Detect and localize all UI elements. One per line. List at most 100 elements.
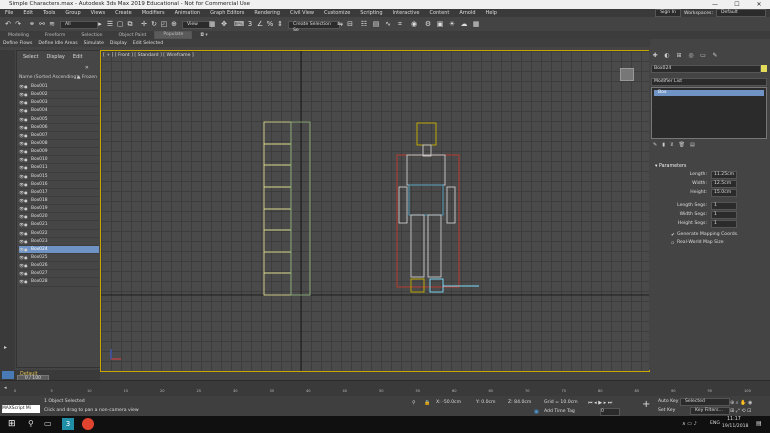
menu-item-scripting[interactable]: Scripting	[355, 10, 387, 16]
menu-item-customize[interactable]: Customize	[319, 10, 355, 16]
explorer-row[interactable]: 👁● Box015	[19, 173, 99, 181]
sign-in-button[interactable]: Sign In	[655, 9, 681, 17]
visibility-icon[interactable]: 👁●	[19, 125, 31, 130]
chrome-taskbar-icon[interactable]	[82, 418, 94, 430]
col-name[interactable]: Name (Sorted Ascending)	[19, 75, 78, 80]
explorer-row[interactable]: 👁● Box004	[19, 107, 99, 116]
named-selection-dropdown[interactable]: Create Selection Se	[288, 21, 340, 33]
time-tag-icon[interactable]: ▣	[534, 409, 539, 415]
menu-item-create[interactable]: Create	[110, 10, 137, 16]
scale-icon[interactable]: ◰	[160, 20, 168, 28]
visibility-icon[interactable]: 👁●	[19, 84, 31, 89]
add-key-icon[interactable]: +	[642, 399, 650, 410]
auto-key-button[interactable]: Auto Key	[658, 399, 678, 404]
explorer-tab-select[interactable]: Select	[23, 54, 38, 60]
visibility-icon[interactable]: 👁●	[19, 206, 31, 211]
subtab-display[interactable]: Display	[107, 41, 130, 46]
explorer-tab-display[interactable]: Display	[46, 54, 64, 60]
visibility-icon[interactable]: 👁●	[19, 133, 31, 138]
snap-toggle-icon[interactable]: 3	[246, 20, 254, 28]
gen-mapping-checkbox[interactable]: ✔ Generate Mapping Coords.	[651, 232, 765, 240]
subtab-edit-selected[interactable]: Edit Selected	[130, 41, 166, 46]
ribbon-options-icon[interactable]: ◘ ▾	[192, 33, 215, 38]
timeline-prev-icon[interactable]: ◂	[4, 385, 7, 391]
language-indicator[interactable]: ENG	[710, 421, 720, 426]
explorer-row[interactable]: 👁● Box021	[19, 221, 99, 230]
render-ai-icon[interactable]: ▦	[472, 20, 480, 28]
visibility-icon[interactable]: 👁●	[19, 255, 31, 260]
menu-item-interactive[interactable]: Interactive	[388, 10, 425, 16]
explorer-row[interactable]: 👁● Box003	[19, 99, 99, 108]
undo-icon[interactable]: ↶	[4, 20, 12, 28]
subtab-define-flows[interactable]: Define Flows	[0, 41, 35, 46]
visibility-icon[interactable]: 👁●	[19, 222, 31, 227]
maxscript-listener[interactable]: MAXScript Mi	[2, 405, 40, 413]
explorer-row[interactable]: 👁● Box024	[19, 245, 99, 254]
col-frozen[interactable]: ▲ Frozen	[77, 75, 97, 80]
height-spinner[interactable]: 15.0cm	[711, 189, 737, 197]
show-end-result-icon[interactable]: ▮	[662, 142, 665, 148]
place-icon[interactable]: ⊕	[170, 20, 178, 28]
length-spinner[interactable]: 11.25cm	[711, 171, 737, 179]
subtab-define-idle-areas[interactable]: Define Idle Areas	[35, 41, 80, 46]
task-view-icon[interactable]: ▭	[44, 419, 52, 428]
explorer-row[interactable]: 👁● Box007	[19, 132, 99, 140]
rollout-title[interactable]: Parameters	[659, 164, 686, 169]
minimize-button[interactable]: —	[704, 0, 726, 9]
move-icon[interactable]: ✛	[140, 20, 148, 28]
visibility-icon[interactable]: 👁●	[19, 165, 31, 170]
rotate-icon[interactable]: ↻	[150, 20, 158, 28]
tab-selection[interactable]: Selection	[73, 33, 110, 38]
layer-explorer-icon[interactable]: ☷	[360, 20, 368, 28]
visibility-icon[interactable]: 👁●	[19, 117, 31, 122]
explorer-row[interactable]: 👁● Box005	[19, 116, 99, 124]
explorer-row[interactable]: 👁● Box017	[19, 189, 99, 197]
menu-item-graph-editors[interactable]: Graph Editors	[205, 10, 249, 16]
explorer-row[interactable]: 👁● Box008	[19, 140, 99, 149]
menu-item-modifiers[interactable]: Modifiers	[137, 10, 170, 16]
real-world-checkbox[interactable]: ▫ Real-World Map Size	[651, 240, 765, 248]
explorer-row[interactable]: 👁● Box027	[19, 270, 99, 279]
nav-zoom-icon[interactable]: ⊕ ⌕ ✋ ◉	[730, 400, 752, 406]
populate-tab[interactable]: Populate	[154, 31, 193, 39]
explorer-row[interactable]: 👁● Box022	[19, 230, 99, 238]
modifier-list-dropdown[interactable]: Modifier List	[651, 78, 767, 86]
clock-date[interactable]: 19/11/2018	[722, 424, 748, 429]
explorer-row[interactable]: 👁● Box025	[19, 254, 99, 263]
tray-icons[interactable]: ∧ ▭ ♪	[682, 421, 697, 427]
height-segs-spinner[interactable]: 1	[711, 220, 737, 228]
visibility-icon[interactable]: 👁●	[19, 190, 31, 195]
visibility-icon[interactable]: 👁●	[19, 263, 31, 268]
menu-item-rendering[interactable]: Rendering	[249, 10, 285, 16]
schematic-view-icon[interactable]: ⌗	[396, 20, 404, 28]
modify-tab-icon[interactable]: ◐	[663, 52, 671, 60]
menu-item-tools[interactable]: Tools	[38, 10, 60, 16]
explorer-row[interactable]: 👁● Box010	[19, 156, 99, 165]
key-mode-dropdown[interactable]: Selected	[680, 398, 730, 406]
front-viewport[interactable]: [ + ] [ Front ] [ Standard ] [ Wireframe…	[100, 50, 650, 372]
explorer-row[interactable]: 👁● Box018	[19, 197, 99, 206]
display-tab-icon[interactable]: ▭	[699, 52, 707, 60]
set-key-button[interactable]: Set Key	[658, 408, 675, 413]
window-crossing-icon[interactable]: ⧉	[126, 20, 134, 28]
link-icon[interactable]: ⚭	[28, 20, 36, 28]
redo-icon[interactable]: ↷	[14, 20, 22, 28]
coord-z[interactable]: Z: 84.0cm	[508, 400, 531, 405]
make-unique-icon[interactable]: ⊻	[670, 142, 674, 148]
visibility-icon[interactable]: 👁●	[19, 182, 31, 187]
current-frame-field[interactable]: 0	[600, 408, 620, 416]
length-segs-spinner[interactable]: 1	[711, 202, 737, 210]
material-editor-icon[interactable]: ◉	[410, 20, 418, 28]
tab-freeform[interactable]: Freeform	[37, 33, 73, 38]
pin-stack-icon[interactable]: ✎	[653, 142, 657, 148]
visibility-icon[interactable]: 👁●	[19, 149, 31, 154]
playback-controls-icon[interactable]: ⏮ ◂ ▶ ▸ ⏭	[588, 400, 612, 406]
select-manipulate-icon[interactable]: ✥	[220, 20, 228, 28]
visibility-icon[interactable]: 👁●	[19, 141, 31, 146]
select-object-icon[interactable]: ▸	[96, 20, 104, 28]
3dsmax-taskbar-icon[interactable]: 3	[62, 418, 74, 430]
expand-arrow-icon[interactable]: ▸	[4, 344, 7, 351]
keyboard-shortcut-icon[interactable]: ⌨	[234, 20, 244, 28]
selection-filter-dropdown[interactable]: All	[60, 21, 98, 29]
menu-item-content[interactable]: Content	[424, 10, 454, 16]
